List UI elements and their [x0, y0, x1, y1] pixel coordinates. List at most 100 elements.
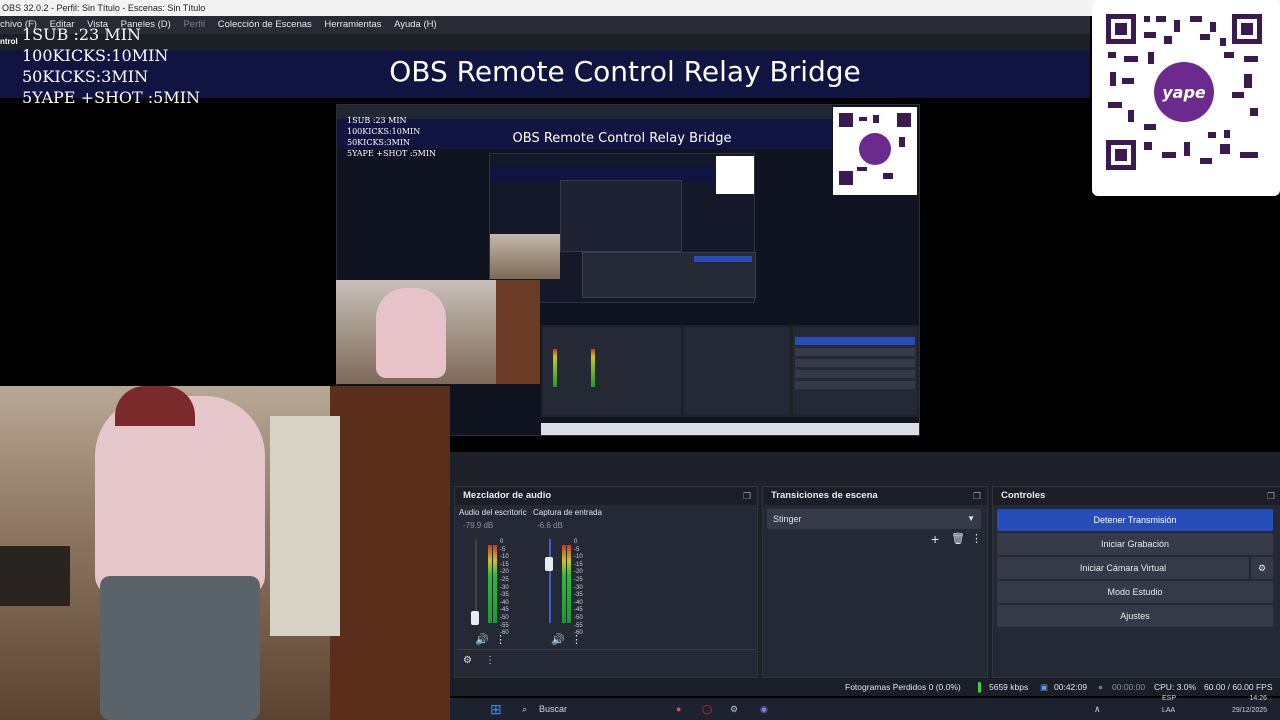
preview-taskbar — [541, 423, 919, 435]
scale-tick: -40 — [574, 599, 583, 606]
transitions-panel: Transiciones de escena ❐ Stinger ▼ + 🗑 ⋮ — [762, 486, 988, 678]
keyboard-shape — [0, 546, 70, 606]
preview-line-1: 1SUB :23 MIN — [347, 116, 407, 125]
scale-tick: -40 — [500, 599, 509, 606]
steam-icon[interactable]: ⚙ — [730, 698, 738, 720]
start-recording-button[interactable]: Iniciar Grabación — [997, 533, 1273, 555]
transitions-title: Transiciones de escena — [771, 490, 878, 501]
preview-audio-mixer — [543, 327, 681, 415]
overlay-line-3: 50KICKS:3MIN — [22, 67, 149, 86]
audio-mixer-header: Mezclador de audio ❐ — [455, 487, 757, 505]
channel-2-scale: 0 -5 -10 -15 -20 -25 -30 -35 -40 -45 -50… — [574, 539, 583, 638]
preview-meter-2 — [591, 349, 595, 387]
person-jeans-shape — [100, 576, 260, 720]
preview-studio — [795, 370, 915, 378]
stream-time: 00:42:09 — [1054, 682, 1088, 692]
start-virtual-camera-button[interactable]: Iniciar Cámara Virtual — [997, 557, 1249, 579]
qr-code-image: yape — [1104, 12, 1264, 172]
overlay-line-2: 100KICKS:10MIN — [22, 46, 169, 65]
preview-line-2: 100KICKS:10MIN — [347, 127, 421, 136]
channel-1-volume-icon[interactable]: 🔊 — [475, 633, 489, 646]
nested-primary-button — [694, 256, 752, 262]
scale-tick: -25 — [574, 576, 583, 583]
channel-1-menu-icon[interactable]: ⋮ — [495, 633, 506, 646]
channel-2-meter-right — [567, 545, 571, 623]
channel-2-menu-icon[interactable]: ⋮ — [571, 633, 582, 646]
scale-tick: 0 — [574, 539, 578, 545]
windows-start-icon[interactable]: ⊞ — [490, 698, 502, 720]
clock[interactable]: 14:26 29/12/2025 — [1232, 693, 1267, 717]
scale-tick: -45 — [500, 607, 509, 614]
popout-icon[interactable]: ❐ — [973, 487, 981, 505]
studio-mode-button[interactable]: Modo Estudio — [997, 581, 1273, 603]
scale-tick: -25 — [500, 576, 509, 583]
clock-date: 29/12/2025 — [1232, 707, 1268, 714]
preview-line-4: 5YAPE +SHOT :5MIN — [347, 149, 437, 158]
control-strip-label: ntrol — [0, 37, 18, 46]
scale-tick: -20 — [500, 569, 509, 576]
preview-meter-1 — [553, 349, 557, 387]
language-code: ESP — [1162, 695, 1177, 702]
channel-1-fader[interactable] — [471, 611, 479, 625]
overlay-line-1: 1SUB :23 MIN — [22, 25, 142, 44]
chevron-down-icon: ▼ — [967, 514, 975, 523]
language-layout: LAA — [1162, 707, 1176, 714]
scale-tick: -50 — [574, 614, 583, 621]
popout-icon[interactable]: ❐ — [743, 487, 751, 505]
channel-2-volume-icon[interactable]: 🔊 — [551, 633, 565, 646]
menu-bar: chivo (F) Editar Vista Paneles (D) Perfi… — [0, 16, 1090, 34]
channel-1-db: -79.9 dB — [463, 521, 494, 530]
transition-select[interactable]: Stinger ▼ — [767, 509, 981, 529]
status-bar: Fotogramas Perdidos 0 (0.0%) ▐ 5659 kbps… — [450, 678, 1280, 696]
preview-qr — [833, 107, 917, 195]
add-transition-icon[interactable]: + — [931, 532, 939, 546]
mixer-settings-icon[interactable]: ⚙ — [463, 655, 472, 666]
virtual-camera-settings-icon[interactable]: ⚙ — [1251, 557, 1273, 579]
preview-stop-stream — [795, 337, 915, 345]
person-shirt-shape — [95, 396, 265, 596]
trash-icon[interactable]: 🗑 — [951, 532, 965, 546]
stop-streaming-button[interactable]: Detener Transmisión — [997, 509, 1273, 531]
menu-herramientas[interactable]: Herramientas — [324, 16, 381, 34]
scale-tick: -20 — [574, 569, 583, 576]
search-icon[interactable]: ⌕ — [522, 698, 527, 720]
app-icon-1[interactable]: ● — [676, 698, 681, 720]
preview-controls — [793, 327, 917, 415]
popout-icon[interactable]: ❐ — [1267, 487, 1275, 505]
scale-tick: -50 — [500, 614, 509, 621]
preview-transitions — [684, 327, 790, 415]
channel-2-fader[interactable] — [545, 557, 553, 571]
preview-start-rec — [795, 348, 915, 356]
person-hair-shape — [115, 386, 195, 426]
mixer-menu-icon[interactable]: ⋮ — [485, 655, 495, 666]
preview-settings — [795, 381, 915, 389]
tray-chevron-icon[interactable]: ∧ — [1094, 698, 1101, 720]
transition-menu-icon[interactable]: ⋮ — [971, 532, 982, 546]
clock-time: 14:26 — [1249, 695, 1268, 702]
audio-mixer-title: Mezclador de audio — [463, 490, 552, 501]
stream-icon: ▣ — [1040, 682, 1049, 692]
mixer-divider — [457, 649, 755, 650]
signal-icon: ▐ — [975, 682, 982, 692]
preview-banner-title: OBS Remote Control Relay Bridge — [512, 131, 732, 146]
language-indicator[interactable]: ESP LAA — [1162, 693, 1176, 717]
discord-icon[interactable]: ◉ — [760, 698, 768, 720]
bitrate: 5659 kbps — [989, 682, 1029, 692]
opera-icon[interactable]: ◯ — [702, 698, 712, 720]
scale-tick: -5 — [574, 546, 580, 553]
menu-ayuda[interactable]: Ayuda (H) — [394, 16, 437, 34]
settings-button[interactable]: Ajustes — [997, 605, 1273, 627]
audio-mixer-panel: Mezclador de audio ❐ Audio del escritori… — [454, 486, 758, 678]
scale-tick: 0 — [500, 539, 504, 545]
dock-area: Mezclador de audio ❐ Audio del escritori… — [450, 452, 1280, 678]
scale-tick: -15 — [574, 561, 583, 568]
taskbar: ⊞ ⌕ Buscar ● ◯ ⚙ ◉ ∧ ESP LAA 14:26 29/12… — [450, 695, 1280, 720]
channel-1-meter-left — [488, 545, 492, 623]
menu-perfil[interactable]: Perfil — [183, 16, 205, 34]
menu-coleccion-escenas[interactable]: Colección de Escenas — [218, 16, 312, 34]
nested-qr — [716, 156, 754, 194]
scale-tick: -55 — [500, 622, 509, 629]
controls-title: Controles — [1001, 490, 1046, 501]
scale-tick: -35 — [574, 592, 583, 599]
taskbar-search[interactable]: Buscar — [539, 698, 567, 720]
